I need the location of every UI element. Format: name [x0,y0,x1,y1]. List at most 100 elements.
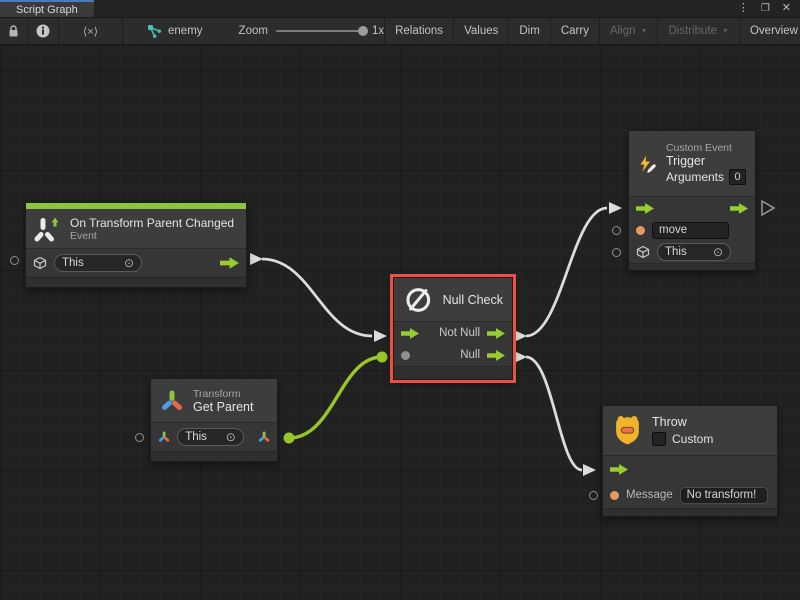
align-dropdown[interactable]: Align ▼ [599,18,658,44]
not-null-output-port[interactable] [487,328,505,339]
wire-endpoint [377,352,388,363]
message-input-port[interactable] [610,491,619,500]
node-footer [26,277,246,287]
wire-notnull-to-trigger[interactable] [526,208,607,336]
tab-title: Script Graph [16,4,78,16]
custom-event-icon [638,149,657,179]
window-menu-icon[interactable]: ⋮ [738,3,749,14]
node-footer [603,508,777,516]
node-surtitle: Custom Event [666,142,746,154]
node-title: Get Parent [193,400,253,414]
node-custom-event-trigger[interactable]: Custom Event Trigger Arguments 0 [628,130,756,271]
flow-input-port[interactable] [636,203,654,214]
wire-event-to-nullcheck[interactable] [262,259,372,336]
node-footer [151,451,277,461]
graph-icon [147,24,162,39]
message-field[interactable]: No transform! [680,487,768,504]
wire-arrow [583,464,596,476]
graph-canvas[interactable]: On Transform Parent Changed Event This ⊙ [0,45,800,600]
chevron-down-icon: ▼ [722,28,729,35]
info-icon [36,24,50,38]
node-title: On Transform Parent Changed [70,216,234,230]
transform-port-icon[interactable] [158,430,170,444]
zoom-slider[interactable] [276,30,364,32]
object-picker-icon: ⊙ [713,246,723,258]
tab-bar: Script Graph ⋮ ❐ ✕ [0,0,800,18]
gameobject-cube-icon[interactable] [636,245,650,259]
unconnected-port-circle[interactable] [589,491,598,500]
transform-icon [160,389,184,413]
node-title: Null Check [443,293,503,307]
arguments-label: Arguments [666,170,724,184]
wire-null-to-throw[interactable] [526,357,582,470]
port-label-null: Null [460,349,480,361]
graph-reference[interactable]: enemy [137,18,213,44]
zoom-label: Zoom [239,25,268,37]
node-title: Trigger [666,154,746,168]
transform-event-icon [33,215,61,243]
code-icon: ⟨×⟩ [83,25,98,38]
tab-script-graph[interactable]: Script Graph [0,0,94,17]
tab-bar-spacer [94,0,738,17]
flow-input-port[interactable] [610,464,628,475]
unconnected-port-triangle[interactable] [762,201,774,215]
zoom-slider-handle[interactable] [358,26,368,36]
code-view-button[interactable]: ⟨×⟩ [59,18,123,44]
toolbar-buttons: Relations Values Dim Carry Align ▼ Distr… [384,18,800,44]
close-icon[interactable]: ✕ [782,3,791,14]
target-object-field[interactable]: This ⊙ [177,428,244,446]
null-check-icon [403,284,434,316]
null-output-port[interactable] [487,350,505,361]
graph-toolbar: ⟨×⟩ enemy Zoom 1x Relations Values Dim C… [0,18,800,45]
value-input-port[interactable] [401,351,410,360]
node-footer [394,366,512,379]
wire-arrow [609,202,622,214]
wire-arrow [250,253,263,265]
wire-arrow [514,330,527,342]
flow-output-port[interactable] [220,257,239,269]
lock-button[interactable] [0,18,28,44]
wire-endpoint [284,433,295,444]
gameobject-cube-icon [33,256,47,270]
node-footer [629,263,755,270]
unconnected-port-circle[interactable] [612,248,621,257]
wire-arrow [374,330,387,342]
node-get-parent[interactable]: Transform Get Parent This ⊙ [150,378,278,462]
transform-output-port-icon[interactable] [258,430,270,444]
distribute-dropdown[interactable]: Distribute ▼ [657,18,739,44]
node-surtitle: Transform [193,388,253,400]
relations-button[interactable]: Relations [384,18,453,44]
zoom-control: Zoom 1x [239,18,385,44]
event-name-field[interactable]: move [652,222,729,239]
target-object-field[interactable]: This ⊙ [54,254,142,272]
wire-arrow [514,351,527,363]
node-null-check[interactable]: Null Check Not Null Null [393,277,513,380]
event-name-port[interactable] [636,226,645,235]
unconnected-port-circle[interactable] [10,256,19,265]
port-label-not-null: Not Null [439,327,480,339]
custom-checkbox[interactable] [652,432,666,446]
object-picker-icon: ⊙ [226,431,236,443]
arguments-count-field[interactable]: 0 [729,169,746,185]
message-label: Message [626,489,673,501]
window-controls: ⋮ ❐ ✕ [738,0,800,17]
script-graph-window: Script Graph ⋮ ❐ ✕ ⟨×⟩ [0,0,800,600]
unconnected-port-circle[interactable] [612,226,621,235]
node-throw[interactable]: Throw Custom Message No transform! [602,405,778,517]
maximize-icon[interactable]: ❐ [761,4,770,14]
chevron-down-icon: ▼ [641,28,648,35]
wire-getparent-to-nullcheck[interactable] [289,357,382,438]
flow-output-port[interactable] [730,203,748,214]
overview-button[interactable]: Overview [739,18,800,44]
throw-error-icon [612,414,643,448]
target-object-field[interactable]: This ⊙ [657,243,731,261]
flow-input-port[interactable] [401,328,419,339]
info-button[interactable] [28,18,59,44]
object-picker-icon: ⊙ [124,257,134,269]
unconnected-port-circle[interactable] [135,433,144,442]
zoom-value: 1x [372,25,384,37]
values-button[interactable]: Values [453,18,508,44]
node-on-transform-parent-changed[interactable]: On Transform Parent Changed Event This ⊙ [25,202,247,288]
dim-button[interactable]: Dim [508,18,549,44]
carry-button[interactable]: Carry [550,18,599,44]
